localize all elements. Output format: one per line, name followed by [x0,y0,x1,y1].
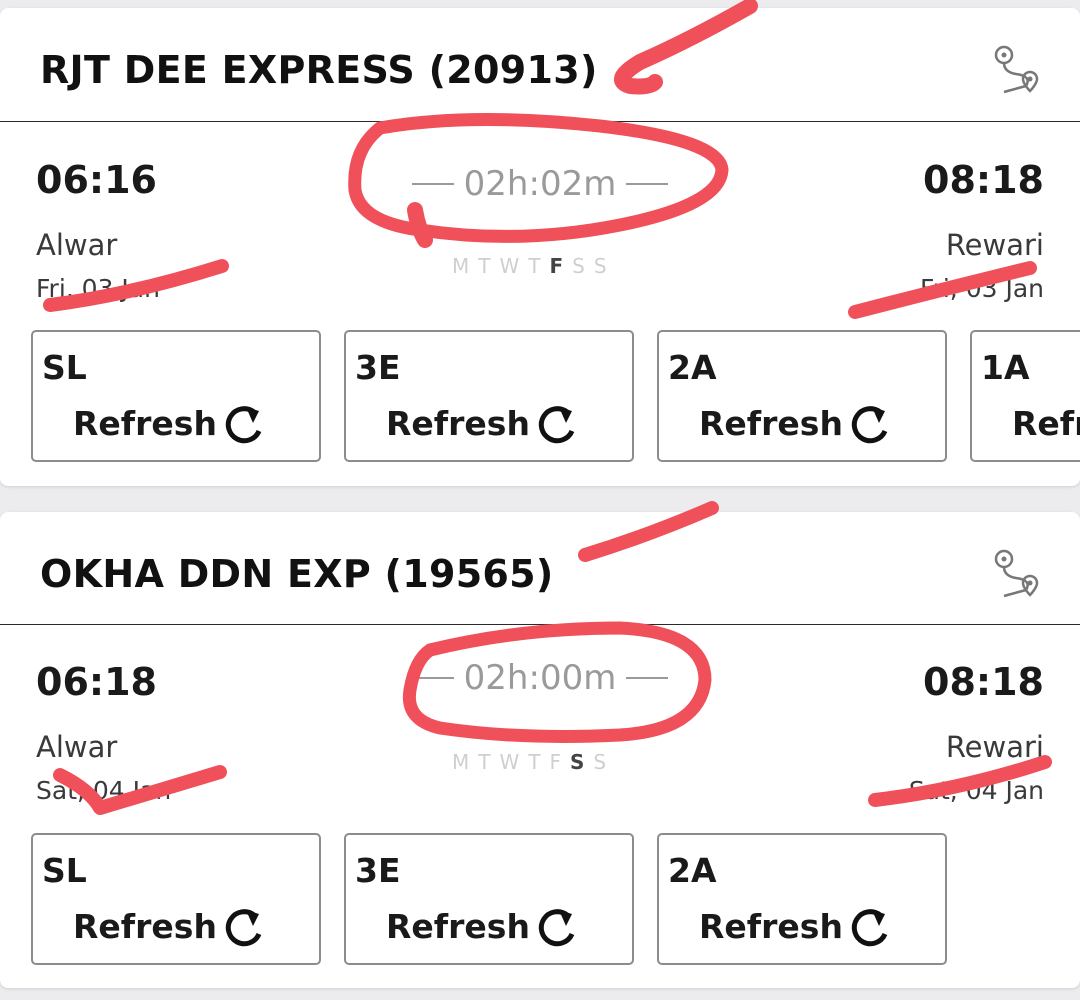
refresh-label[interactable]: Refresh [73,907,217,946]
train-name: OKHA DDN EXP (19565) [40,552,554,596]
refresh-label[interactable]: Refresh [73,404,217,443]
train-name: RJT DEE EXPRESS (20913) [40,48,598,92]
journey-duration: 02h:00m [402,650,678,706]
refresh-icon[interactable] [847,403,893,449]
class-card-2a[interactable]: 2A Refresh [657,833,947,965]
running-days: M T W T F S S [452,750,632,774]
duration-line-right [626,677,668,679]
class-code: SL [42,348,87,387]
arrival-time: 08:18 [923,158,1044,202]
day-wed: W [499,254,520,278]
train-card-header: RJT DEE EXPRESS (20913) [0,8,1080,122]
day-sat: S [570,750,585,774]
refresh-icon[interactable] [221,906,267,952]
day-sun: S [593,750,607,774]
duration-line-left [412,677,454,679]
day-thu: T [528,254,541,278]
duration-text: 02h:02m [463,164,617,204]
class-card-sl[interactable]: SL Refresh [31,330,321,462]
to-station: Rewari [945,228,1044,262]
day-tue: T [478,750,491,774]
to-station: Rewari [945,730,1044,764]
refresh-label[interactable]: Refresh [386,404,530,443]
departure-date: Fri, 03 Jan [36,274,160,303]
class-code: 3E [355,851,401,890]
refresh-icon[interactable] [847,906,893,952]
train-card[interactable]: OKHA DDN EXP (19565) 06:18 02h:00m 08:18… [0,512,1080,988]
refresh-label[interactable]: Refresh [699,907,843,946]
refresh-label[interactable]: Refr [1012,404,1080,443]
refresh-icon[interactable] [534,403,580,449]
class-card-1a[interactable]: 1A Refr [970,330,1080,462]
from-station: Alwar [36,228,118,262]
class-code: 2A [668,851,717,890]
class-code: 1A [981,348,1030,387]
class-card-3e[interactable]: 3E Refresh [344,330,634,462]
route-map-icon[interactable] [990,546,1046,602]
class-card-sl[interactable]: SL Refresh [31,833,321,965]
refresh-label[interactable]: Refresh [386,907,530,946]
day-fri: F [549,254,564,278]
route-map-icon[interactable] [990,42,1046,98]
day-sat: S [572,254,585,278]
day-mon: M [452,750,470,774]
day-sun: S [593,254,607,278]
duration-line-right [626,183,668,185]
train-card-header: OKHA DDN EXP (19565) [0,512,1080,625]
day-thu: T [528,750,541,774]
departure-time: 06:16 [36,158,157,202]
day-fri: F [549,750,561,774]
refresh-icon[interactable] [221,403,267,449]
departure-date: Sat, 04 Jan [36,776,172,805]
class-card-3e[interactable]: 3E Refresh [344,833,634,965]
class-code: 3E [355,348,401,387]
class-card-2a[interactable]: 2A Refresh [657,330,947,462]
day-mon: M [452,254,470,278]
duration-text: 02h:00m [463,658,617,698]
departure-time: 06:18 [36,660,157,704]
journey-duration: 02h:02m [402,156,678,212]
day-wed: W [499,750,520,774]
day-tue: T [478,254,491,278]
refresh-icon[interactable] [534,906,580,952]
arrival-date: Sat, 04 Jan [908,776,1044,805]
running-days: M T W T F S S [452,254,632,278]
arrival-time: 08:18 [923,660,1044,704]
refresh-label[interactable]: Refresh [699,404,843,443]
arrival-date: Fri, 03 Jan [920,274,1044,303]
duration-line-left [412,183,454,185]
class-code: SL [42,851,87,890]
class-code: 2A [668,348,717,387]
from-station: Alwar [36,730,118,764]
train-card[interactable]: RJT DEE EXPRESS (20913) 06:16 02h:02m 08… [0,8,1080,486]
